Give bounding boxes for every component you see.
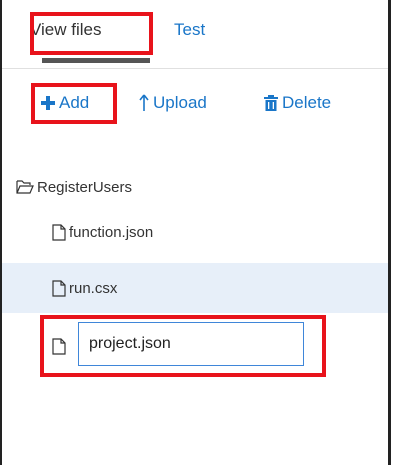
- tab-view-files[interactable]: View files: [30, 20, 102, 40]
- file-icon: [52, 279, 66, 297]
- tab-test[interactable]: Test: [174, 20, 205, 40]
- file-item-function-json[interactable]: function.json: [2, 207, 388, 257]
- active-tab-indicator: [42, 58, 150, 63]
- folder-open-icon: [16, 180, 34, 194]
- divider: [2, 68, 388, 69]
- file-name: run.csx: [69, 279, 118, 297]
- tree-folder-item[interactable]: RegisterUsers: [16, 177, 132, 197]
- upload-button-label: Upload: [153, 93, 207, 112]
- trash-icon: [264, 95, 278, 111]
- folder-name: RegisterUsers: [37, 178, 133, 196]
- file-name: function.json: [69, 223, 154, 241]
- upload-arrow-icon: [139, 94, 149, 112]
- delete-button[interactable]: Delete: [264, 90, 331, 116]
- panel-border-right: [388, 0, 391, 465]
- file-item-run-csx[interactable]: run.csx: [2, 263, 388, 313]
- add-button-label: Add: [59, 93, 90, 112]
- file-icon: [52, 337, 66, 355]
- new-file-name-input[interactable]: project.json: [78, 322, 304, 366]
- upload-button[interactable]: Upload: [139, 90, 207, 116]
- add-button[interactable]: Add: [41, 90, 89, 116]
- file-icon: [52, 223, 66, 241]
- delete-button-label: Delete: [282, 93, 332, 112]
- plus-icon: [41, 96, 55, 110]
- view-files-panel: View files Test Add Upload Delete Regist…: [0, 0, 394, 465]
